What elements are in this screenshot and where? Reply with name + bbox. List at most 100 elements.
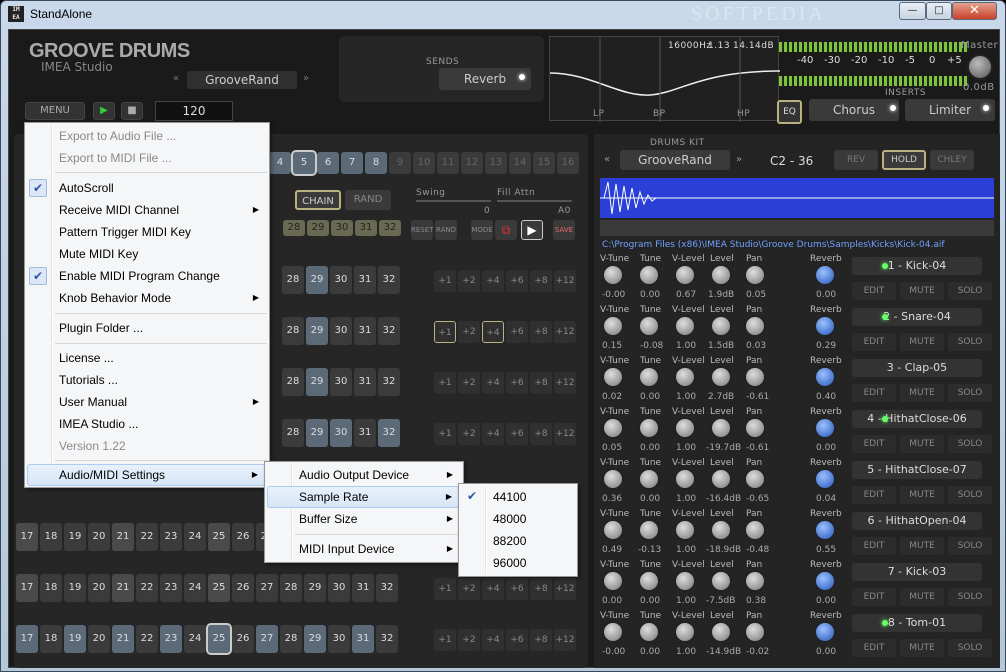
step[interactable]: 23 <box>160 574 182 602</box>
solo-button[interactable]: SOLO <box>948 282 992 300</box>
step[interactable]: 24 <box>184 523 206 551</box>
menu-item-user-manual[interactable]: User Manual ▶ <box>27 391 267 413</box>
step[interactable]: 19 <box>64 574 86 602</box>
step[interactable]: 22 <box>136 574 158 602</box>
v-tune-knob[interactable] <box>602 417 624 439</box>
step[interactable]: 31 <box>352 625 374 653</box>
close-button[interactable]: ✕ <box>952 2 997 20</box>
tempo-field[interactable]: 120 <box>155 101 233 121</box>
plus-button[interactable]: +2 <box>458 321 480 343</box>
limiter-insert-button[interactable]: Limiter <box>905 99 995 121</box>
menu-button[interactable]: MENU <box>25 102 85 120</box>
step[interactable]: 18 <box>40 523 62 551</box>
channel-name[interactable]: 7 - Kick-03 <box>852 563 982 581</box>
step[interactable]: 31 <box>354 368 376 396</box>
step[interactable]: 20 <box>88 574 110 602</box>
reverb-knob[interactable] <box>814 417 836 439</box>
mute-button[interactable]: MUTE <box>900 588 944 606</box>
solo-button[interactable]: SOLO <box>948 486 992 504</box>
channel-name[interactable]: 1 - Kick-04 <box>852 257 982 275</box>
channel-name[interactable]: 5 - HithatClose-07 <box>852 461 982 479</box>
chorus-insert-button[interactable]: Chorus <box>809 99 899 121</box>
reverb-knob[interactable] <box>814 264 836 286</box>
v-tune-knob[interactable] <box>602 468 624 490</box>
level-knob[interactable] <box>710 417 732 439</box>
menu-item-autoscroll[interactable]: ✔ AutoScroll <box>27 177 267 199</box>
plus-button[interactable]: +12 <box>554 629 576 651</box>
plus-button[interactable]: +2 <box>458 270 480 292</box>
mode-button[interactable]: MODE <box>471 220 493 240</box>
v-level-knob[interactable] <box>674 366 696 388</box>
pan-knob[interactable] <box>744 264 766 286</box>
step[interactable]: 21 <box>112 625 134 653</box>
step[interactable]: 29 <box>304 574 326 602</box>
menu-item-receive-midi-channel[interactable]: Receive MIDI Channel ▶ <box>27 199 267 221</box>
plus-button[interactable]: +6 <box>506 423 528 445</box>
accent-step[interactable]: 29 <box>307 220 329 236</box>
preset-next-button[interactable]: » <box>303 73 309 84</box>
step[interactable]: 31 <box>354 317 376 345</box>
plus-button[interactable]: +6 <box>506 372 528 394</box>
plus-button[interactable]: +1 <box>434 372 456 394</box>
menu-item-tutorials[interactable]: Tutorials ... <box>27 369 267 391</box>
v-level-knob[interactable] <box>674 570 696 592</box>
plus-button[interactable]: +12 <box>554 423 576 445</box>
chain-button[interactable]: CHAIN <box>295 190 341 210</box>
pattern-step[interactable]: 9 <box>389 152 411 174</box>
kit-next-button[interactable]: » <box>736 154 743 165</box>
step[interactable]: 32 <box>376 625 398 653</box>
plus-button[interactable]: +4 <box>482 629 504 651</box>
pattern-step[interactable]: 11 <box>437 152 459 174</box>
master-knob[interactable] <box>967 54 993 80</box>
v-level-knob[interactable] <box>674 519 696 541</box>
menu-item-imea-studio[interactable]: IMEA Studio ... <box>27 413 267 435</box>
step[interactable]: 25 <box>208 523 230 551</box>
step[interactable]: 23 <box>160 523 182 551</box>
pan-knob[interactable] <box>744 315 766 337</box>
choke-button[interactable]: CHLEY <box>930 150 974 170</box>
loop-icon[interactable]: ⧉ <box>495 220 517 240</box>
plus-button[interactable]: +4 <box>482 578 504 600</box>
solo-button[interactable]: SOLO <box>948 435 992 453</box>
rand-button[interactable]: RAND <box>345 190 391 210</box>
plus-button[interactable]: +2 <box>458 578 480 600</box>
pan-knob[interactable] <box>744 417 766 439</box>
menu-item-rate-48000[interactable]: 48000 <box>461 508 575 530</box>
plus-button[interactable]: +2 <box>458 372 480 394</box>
step[interactable]: 31 <box>354 419 376 447</box>
step[interactable]: 24 <box>184 625 206 653</box>
step[interactable]: 32 <box>376 574 398 602</box>
menu-item-rate-44100[interactable]: ✔ 44100 <box>461 486 575 508</box>
pattern-step[interactable]: 15 <box>533 152 555 174</box>
preview-play-icon[interactable]: ▶ <box>521 220 543 240</box>
tune-knob[interactable] <box>638 570 660 592</box>
hold-button[interactable]: HOLD <box>882 150 926 170</box>
level-knob[interactable] <box>710 621 732 643</box>
maximize-button[interactable]: □ <box>926 2 952 20</box>
v-level-knob[interactable] <box>674 315 696 337</box>
accent-step[interactable]: 28 <box>283 220 305 236</box>
minimize-button[interactable]: — <box>899 2 926 20</box>
accent-step[interactable]: 31 <box>355 220 377 236</box>
pattern-step[interactable]: 16 <box>557 152 579 174</box>
plus-button[interactable]: +6 <box>506 578 528 600</box>
swing-slider[interactable] <box>416 200 491 202</box>
solo-button[interactable]: SOLO <box>948 537 992 555</box>
step[interactable]: 27 <box>256 625 278 653</box>
level-knob[interactable] <box>710 519 732 541</box>
v-tune-knob[interactable] <box>602 264 624 286</box>
rev-button[interactable]: REV <box>834 150 878 170</box>
menu-item-audio-output-device[interactable]: Audio Output Device ▶ <box>267 464 461 486</box>
menu-item-plugin-folder[interactable]: Plugin Folder ... <box>27 317 267 339</box>
tune-knob[interactable] <box>638 417 660 439</box>
plus-button[interactable]: +8 <box>530 372 552 394</box>
reverb-knob[interactable] <box>814 315 836 337</box>
step[interactable]: 30 <box>328 625 350 653</box>
step[interactable]: 19 <box>64 625 86 653</box>
step[interactable]: 22 <box>136 625 158 653</box>
tune-knob[interactable] <box>638 366 660 388</box>
step[interactable]: 28 <box>282 266 304 294</box>
level-knob[interactable] <box>710 264 732 286</box>
v-tune-knob[interactable] <box>602 315 624 337</box>
edit-button[interactable]: EDIT <box>852 639 896 657</box>
